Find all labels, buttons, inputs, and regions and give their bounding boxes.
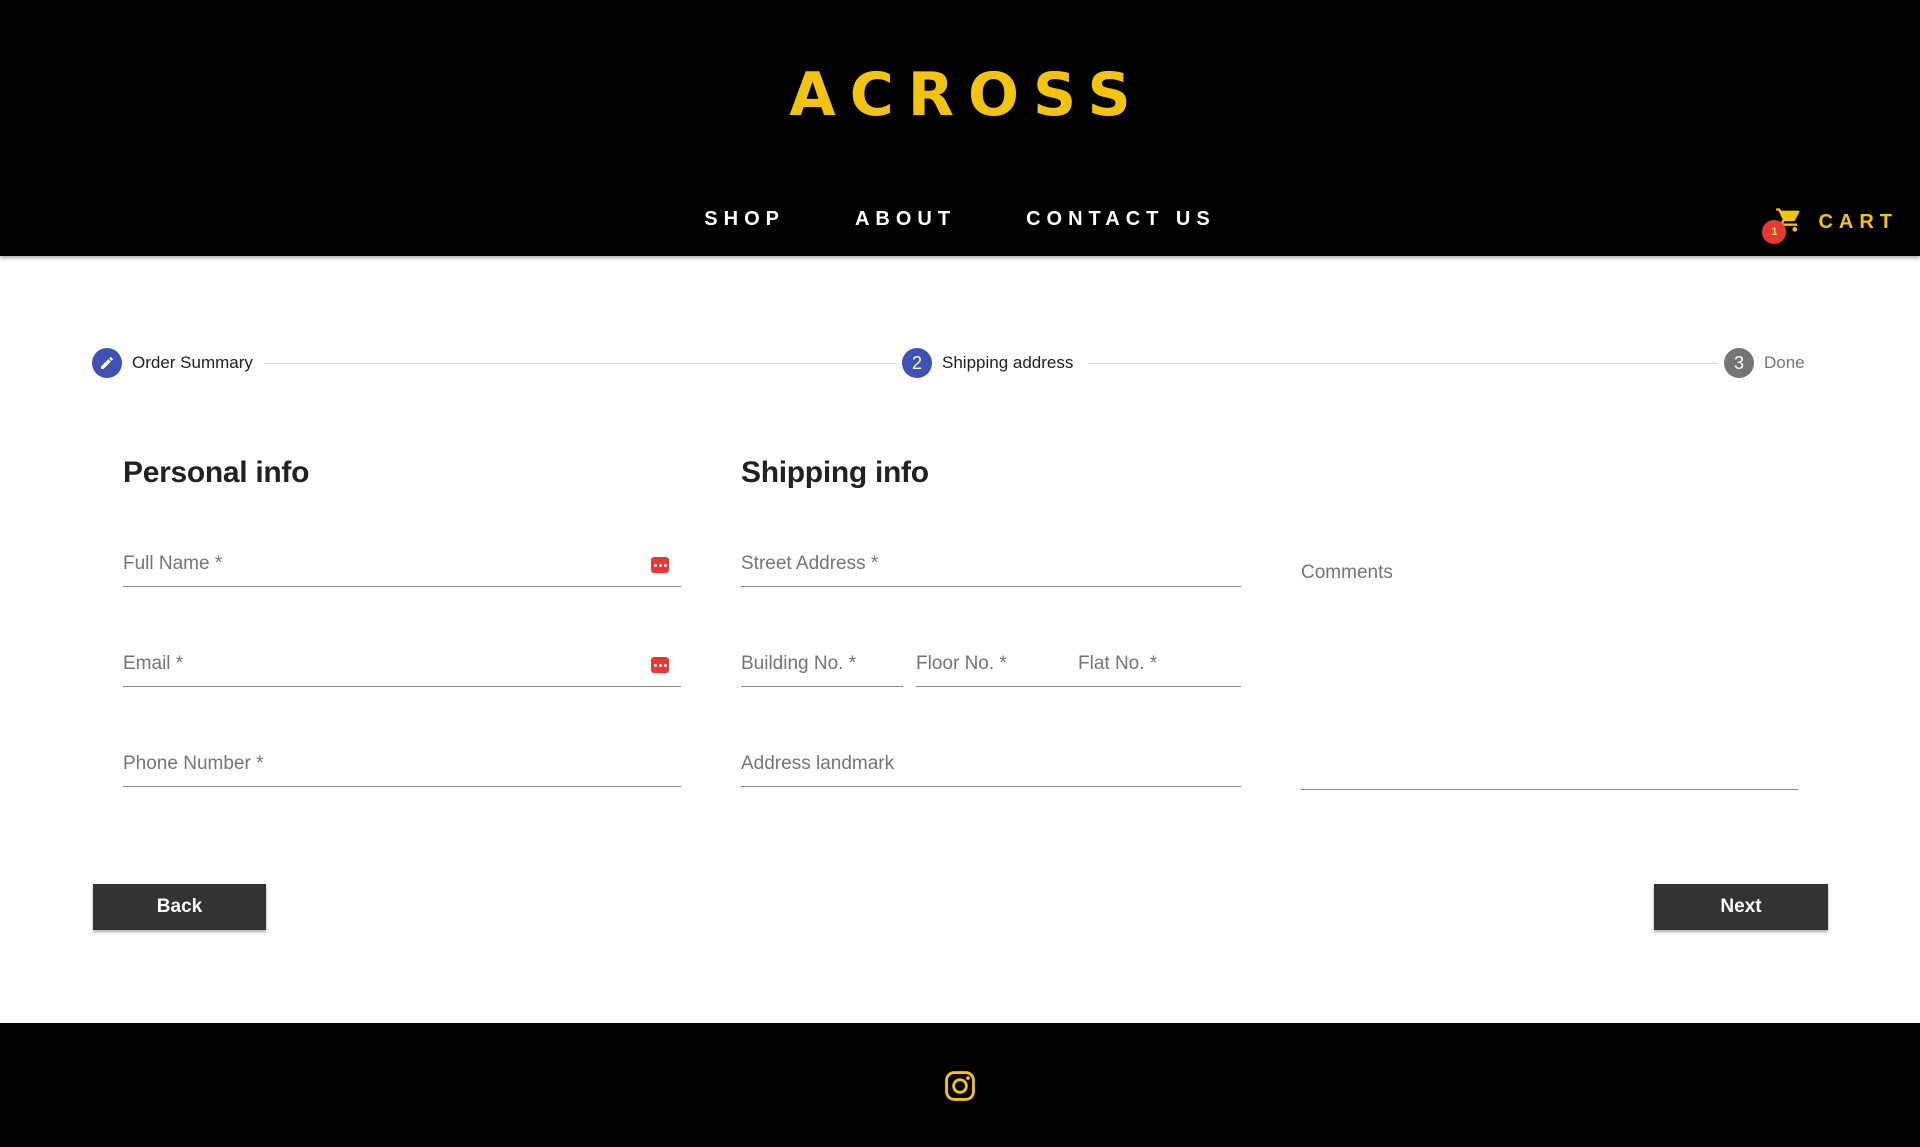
- step-shipping-address[interactable]: 2 Shipping address: [902, 347, 1073, 379]
- step-order-summary[interactable]: Order Summary: [92, 347, 253, 379]
- comments-textarea[interactable]: [1301, 554, 1798, 789]
- password-manager-icon[interactable]: [651, 657, 669, 673]
- building-no-input[interactable]: [741, 647, 903, 686]
- cart-count-badge: 1: [1762, 220, 1787, 244]
- phone-field: [123, 747, 681, 787]
- stepper-connector: [264, 363, 897, 364]
- comments-field: [1301, 554, 1798, 790]
- street-address-field: [741, 547, 1241, 587]
- edit-icon: [101, 356, 114, 369]
- email-field: [123, 647, 681, 687]
- shipping-info-title: Shipping info: [741, 456, 929, 489]
- cart-label: CART: [1818, 210, 1898, 233]
- step-done[interactable]: 3 Done: [1724, 347, 1805, 379]
- cart-button[interactable]: 1 CART: [1762, 206, 1898, 244]
- flat-no-field: [1078, 647, 1241, 687]
- stepper-connector: [1088, 363, 1718, 364]
- full-name-input[interactable]: [123, 547, 681, 586]
- full-name-field: [123, 547, 681, 587]
- address-landmark-field: [741, 747, 1241, 787]
- step-label: Shipping address: [942, 353, 1074, 372]
- floor-no-input[interactable]: [916, 647, 1078, 686]
- instagram-icon[interactable]: [943, 1069, 977, 1103]
- cart-icon-wrapper[interactable]: 1: [1762, 206, 1804, 244]
- brand-logo[interactable]: ACROSS: [0, 60, 1920, 130]
- street-address-input[interactable]: [741, 547, 1241, 586]
- email-input[interactable]: [123, 647, 681, 686]
- checkout-stepper: Order Summary 2 Shipping address 3 Done: [92, 347, 1806, 379]
- next-button[interactable]: Next: [1654, 884, 1828, 930]
- back-button[interactable]: Back: [93, 884, 266, 930]
- address-landmark-input[interactable]: [741, 747, 1241, 786]
- nav-item-shop[interactable]: SHOP: [704, 208, 785, 231]
- step-number: 2: [902, 348, 932, 378]
- floor-no-field: [916, 647, 1078, 687]
- main-nav: SHOP ABOUT CONTACT US: [0, 208, 1920, 231]
- step-label: Order Summary: [132, 353, 253, 372]
- building-no-field: [741, 647, 903, 687]
- step-label: Done: [1764, 353, 1805, 372]
- site-header: ACROSS SHOP ABOUT CONTACT US 1 CART: [0, 0, 1920, 256]
- password-manager-icon[interactable]: [651, 557, 669, 573]
- step-number: 3: [1724, 348, 1754, 378]
- step-completed-marker: [92, 348, 122, 378]
- nav-item-contact-us[interactable]: CONTACT US: [1026, 208, 1216, 231]
- phone-input[interactable]: [123, 747, 681, 786]
- flat-no-input[interactable]: [1078, 647, 1241, 686]
- personal-info-title: Personal info: [123, 456, 310, 489]
- nav-item-about[interactable]: ABOUT: [855, 208, 956, 231]
